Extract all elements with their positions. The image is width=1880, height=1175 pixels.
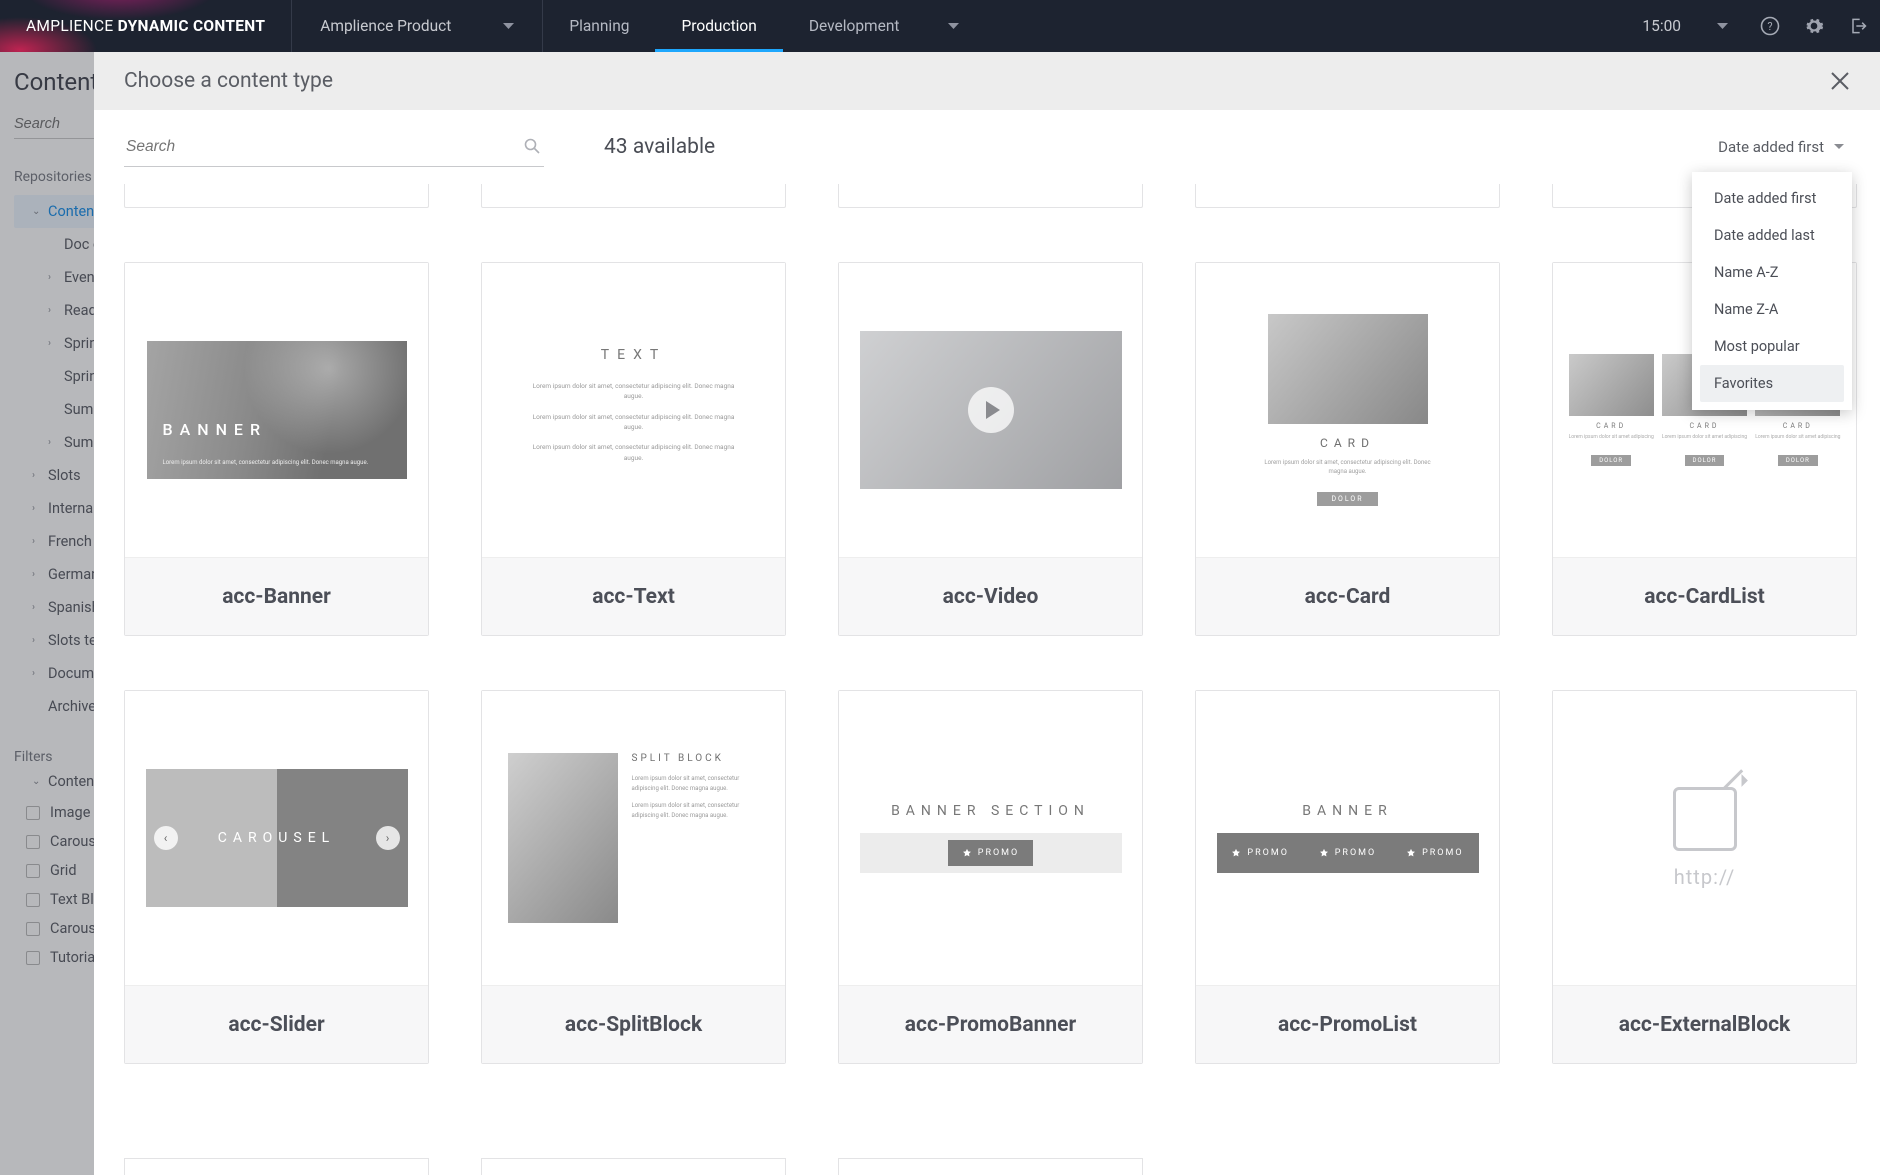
content-type-card[interactable]: acc-Video: [838, 262, 1143, 636]
available-count: 43 available: [604, 135, 715, 159]
card-title: acc-CardList: [1553, 557, 1856, 635]
card-preview: [839, 263, 1142, 557]
content-type-card[interactable]: BANNER PROMO PROMO PROMO acc-PromoList: [1195, 690, 1500, 1064]
card-preview: BANNER PROMO PROMO PROMO: [1196, 691, 1499, 985]
chevron-down-icon: [1834, 144, 1844, 150]
modal-controls: 43 available Date added first Date added…: [94, 110, 1880, 184]
modal-search-input[interactable]: [124, 128, 544, 167]
sort-menu: Date added first Date added last Name A-…: [1692, 172, 1852, 410]
card-title: acc-PromoList: [1196, 985, 1499, 1063]
tab-production[interactable]: Production: [655, 0, 782, 52]
svg-text:?: ?: [1767, 20, 1772, 33]
prev-row-peek: [124, 184, 1850, 208]
chevron-right-icon: ›: [376, 826, 400, 850]
brand: AMPLIENCE DYNAMIC CONTENT: [0, 0, 292, 52]
card-preview: BANNER Lorem ipsum dolor sit amet, conse…: [125, 263, 428, 557]
content-type-card[interactable]: SPLIT BLOCK Lorem ipsum dolor sit amet, …: [481, 690, 786, 1064]
top-tabs: Planning Production Development: [543, 0, 984, 52]
sort-option[interactable]: Date added first: [1700, 180, 1844, 217]
sort-option[interactable]: Name Z-A: [1700, 291, 1844, 328]
next-row-peek: [124, 1158, 1850, 1175]
top-bar: AMPLIENCE DYNAMIC CONTENT Amplience Prod…: [0, 0, 1880, 52]
card-title: acc-Text: [482, 557, 785, 635]
chevron-down-icon: [503, 23, 514, 30]
chevron-left-icon: ‹: [154, 826, 178, 850]
content-type-card[interactable]: CARD Lorem ipsum dolor sit amet, consect…: [1195, 262, 1500, 636]
content-type-card[interactable]: http:// acc-ExternalBlock: [1552, 690, 1857, 1064]
card-title: acc-Banner: [125, 557, 428, 635]
topbar-right: 15:00 ?: [1642, 0, 1880, 52]
card-grid-viewport[interactable]: BANNER Lorem ipsum dolor sit amet, conse…: [94, 184, 1880, 1175]
sort-option[interactable]: Name A-Z: [1700, 254, 1844, 291]
card-title: acc-PromoBanner: [839, 985, 1142, 1063]
chevron-down-icon: [948, 23, 959, 30]
chevron-down-icon: [1717, 23, 1728, 30]
card-grid: BANNER Lorem ipsum dolor sit amet, conse…: [124, 262, 1850, 1104]
sort-option[interactable]: Date added last: [1700, 217, 1844, 254]
close-icon[interactable]: [1830, 71, 1850, 91]
search-icon: [524, 138, 540, 154]
modal-header: Choose a content type: [94, 52, 1880, 110]
tab-planning[interactable]: Planning: [543, 0, 655, 52]
logout-icon[interactable]: [1836, 0, 1880, 52]
content-type-card[interactable]: CAROUSEL ‹ › acc-Slider: [124, 690, 429, 1064]
clock-value: 15:00: [1642, 17, 1681, 35]
card-preview: BANNER SECTION PROMO: [839, 691, 1142, 985]
card-title: acc-Video: [839, 557, 1142, 635]
content-type-card[interactable]: TEXT Lorem ipsum dolor sit amet, consect…: [481, 262, 786, 636]
content-type-card[interactable]: BANNER Lorem ipsum dolor sit amet, conse…: [124, 262, 429, 636]
brand-text-2: DYNAMIC CONTENT: [118, 17, 266, 35]
gear-icon[interactable]: [1792, 0, 1836, 52]
card-title: acc-SplitBlock: [482, 985, 785, 1063]
card-preview: CAROUSEL ‹ ›: [125, 691, 428, 985]
card-preview: http://: [1553, 691, 1856, 985]
tab-development[interactable]: Development: [783, 0, 985, 52]
play-icon: [968, 387, 1014, 433]
product-label: Amplience Product: [320, 17, 451, 35]
external-link-icon: [1673, 787, 1737, 851]
sort-label: Date added first: [1718, 138, 1824, 156]
help-icon[interactable]: ?: [1748, 0, 1792, 52]
card-title: acc-Card: [1196, 557, 1499, 635]
clock-dropdown[interactable]: 15:00: [1642, 17, 1748, 35]
product-dropdown[interactable]: Amplience Product: [292, 0, 543, 52]
sort-option[interactable]: Most popular: [1700, 328, 1844, 365]
card-title: acc-ExternalBlock: [1553, 985, 1856, 1063]
sort-option[interactable]: Favorites: [1700, 365, 1844, 402]
choose-content-type-modal: Choose a content type 43 available Date …: [94, 52, 1880, 1175]
sort-dropdown[interactable]: Date added first Date added first Date a…: [1718, 138, 1850, 156]
card-preview: TEXT Lorem ipsum dolor sit amet, consect…: [482, 263, 785, 557]
brand-text-1: AMPLIENCE: [26, 17, 113, 35]
modal-title: Choose a content type: [124, 69, 333, 93]
content-type-card[interactable]: BANNER SECTION PROMO acc-PromoBanner: [838, 690, 1143, 1064]
card-preview: CARD Lorem ipsum dolor sit amet, consect…: [1196, 263, 1499, 557]
card-preview: SPLIT BLOCK Lorem ipsum dolor sit amet, …: [482, 691, 785, 985]
card-title: acc-Slider: [125, 985, 428, 1063]
modal-search: [124, 128, 544, 167]
